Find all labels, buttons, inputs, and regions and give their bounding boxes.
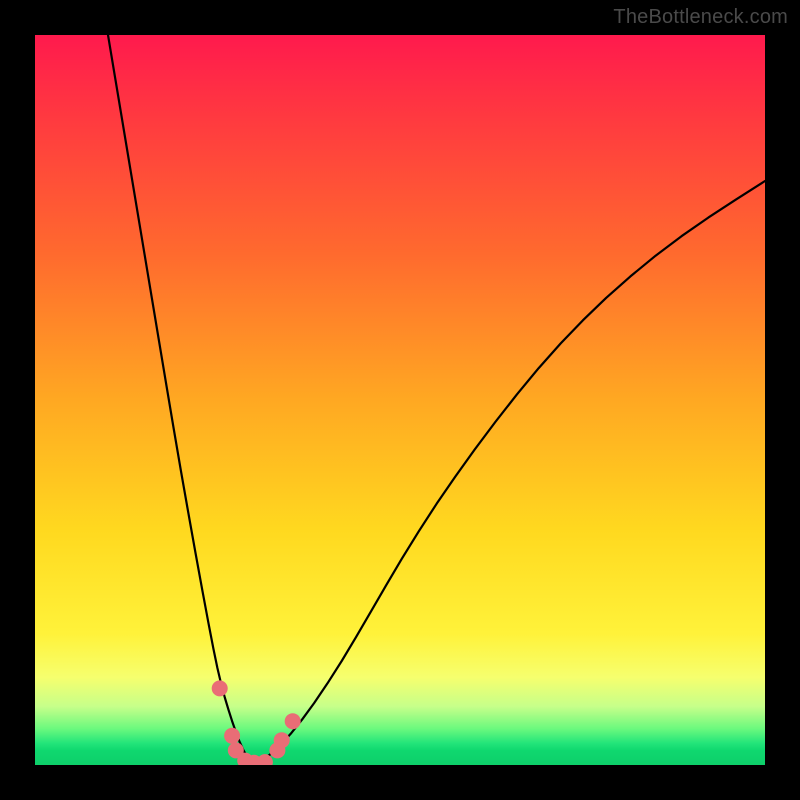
bottleneck-curve: [35, 35, 765, 765]
curve-path: [108, 35, 765, 764]
data-marker: [212, 680, 228, 696]
data-marker: [285, 713, 301, 729]
plot-area: [35, 35, 765, 765]
marker-group: [212, 680, 301, 765]
data-marker: [274, 732, 290, 748]
data-marker: [224, 728, 240, 744]
watermark-text: TheBottleneck.com: [613, 6, 788, 29]
data-marker: [257, 754, 273, 765]
chart-frame: TheBottleneck.com: [0, 0, 800, 800]
